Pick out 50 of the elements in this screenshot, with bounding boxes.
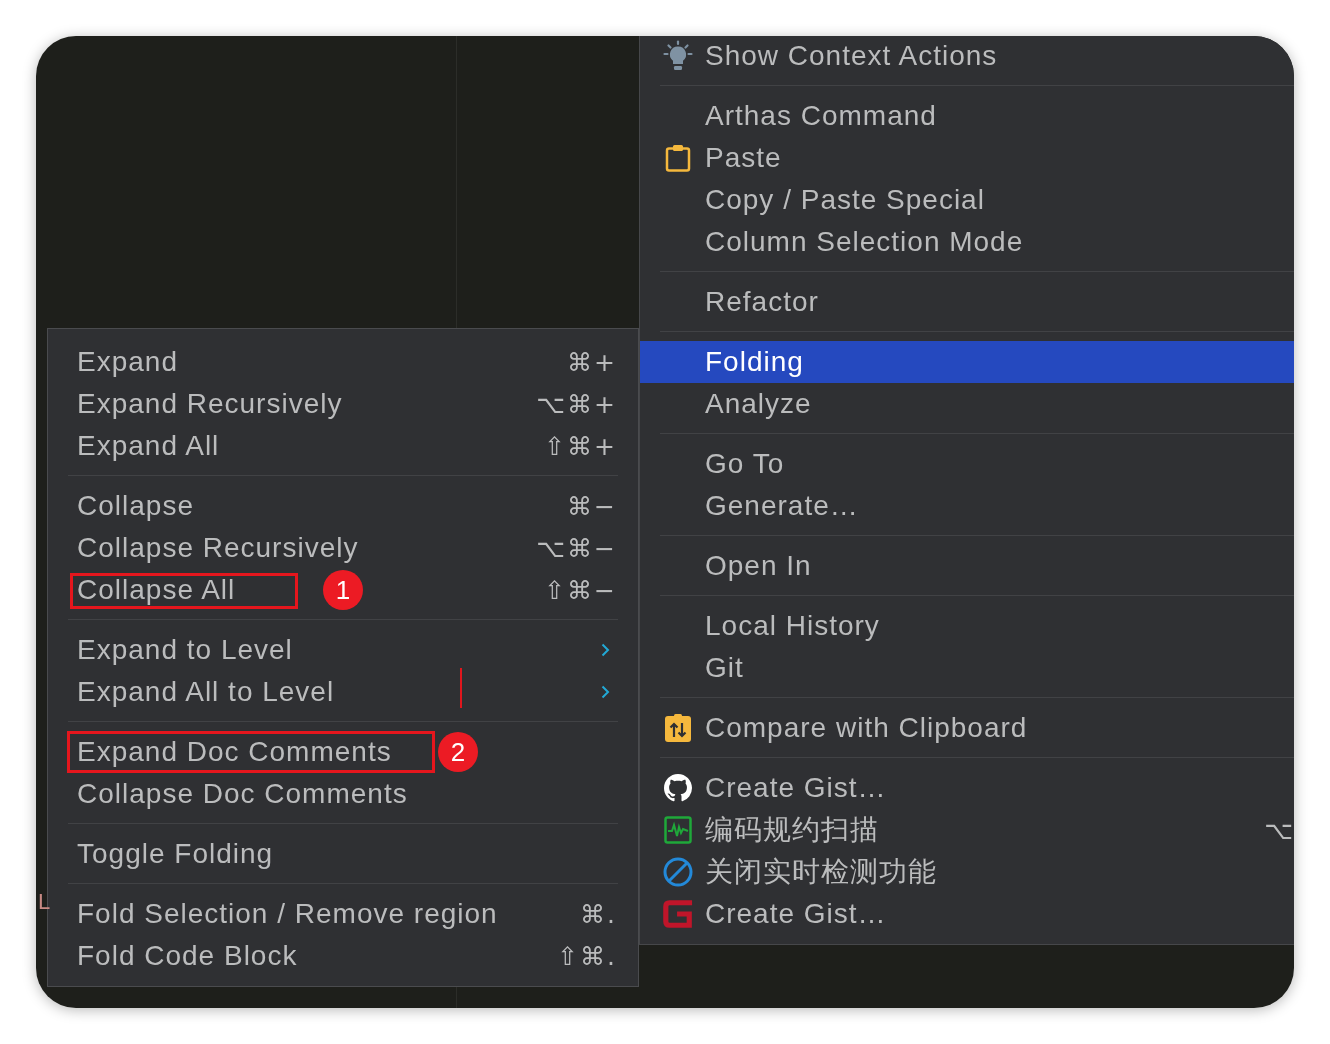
shortcut-text: ⇧⌘+ [544,431,617,461]
prohibited-icon [663,857,693,887]
menu-item[interactable]: Collapse All ⇧⌘− 1 [48,569,638,611]
menu-item[interactable]: Column Selection Mode [640,221,1294,263]
menu-item[interactable]: Show Context Actions [640,36,1294,77]
compare-arrows-icon [665,714,691,742]
menu-item[interactable]: Analyze [640,383,1294,425]
menu-item[interactable]: Expand All to Level [48,671,638,713]
shortcut-text: ⌥ [1264,815,1293,845]
waveform-icon [664,816,692,844]
shortcut-text: ⌘+ [567,347,617,377]
menu-item[interactable]: Toggle Folding [48,833,638,875]
menu-item[interactable]: Copy / Paste Special [640,179,1294,221]
step-number: 1 [323,570,363,610]
shortcut-text: ⇧⌘. [557,941,617,971]
menu-item[interactable]: Expand ⌘+ [48,341,638,383]
octocat-icon [664,774,692,802]
menu-item[interactable]: Create Gist… [640,893,1294,935]
menu-item[interactable]: Expand Doc Comments 2 [48,731,638,773]
lightbulb-icon [663,40,693,72]
menu-item[interactable]: Expand to Level [48,629,638,671]
menu-item[interactable]: Generate… [640,485,1294,527]
shortcut-text: ⇧⌘− [544,575,617,605]
menu-item[interactable]: Collapse ⌘− [48,485,638,527]
menu-item[interactable]: Expand All ⇧⌘+ [48,425,638,467]
annotation-line [460,668,462,708]
menu-item[interactable]: Arthas Command [640,95,1294,137]
menu-item[interactable]: Create Gist… [640,767,1294,809]
shortcut-text: ⌥⌘+ [536,389,617,419]
menu-item[interactable]: Go To [640,443,1294,485]
menu-item[interactable]: Refactor [640,281,1294,323]
menu-item[interactable]: Collapse Recursively ⌥⌘− [48,527,638,569]
menu-item[interactable]: Folding [640,341,1294,383]
menu-item[interactable]: Git [640,647,1294,689]
letter-g-icon [663,899,693,929]
menu-item[interactable]: Compare with Clipboard [640,707,1294,749]
clipboard-icon [665,144,691,172]
editor-text: L [38,889,51,915]
shortcut-text: ⌘− [567,491,617,521]
menu-item[interactable]: Open In [640,545,1294,587]
menu-item[interactable]: Collapse Doc Comments [48,773,638,815]
menu-item[interactable]: 关闭实时检测功能 [640,851,1294,893]
shortcut-text: ⌘. [580,899,617,929]
menu-item[interactable]: Paste [640,137,1294,179]
step-number: 2 [438,732,478,772]
shortcut-text: ⌥⌘− [536,533,617,563]
menu-item[interactable]: Fold Code Block ⇧⌘. [48,935,638,977]
menu-item[interactable]: Local History [640,605,1294,647]
menu-item[interactable]: Expand Recursively ⌥⌘+ [48,383,638,425]
menu-item[interactable]: 编码规约扫描 ⌥ [640,809,1294,851]
